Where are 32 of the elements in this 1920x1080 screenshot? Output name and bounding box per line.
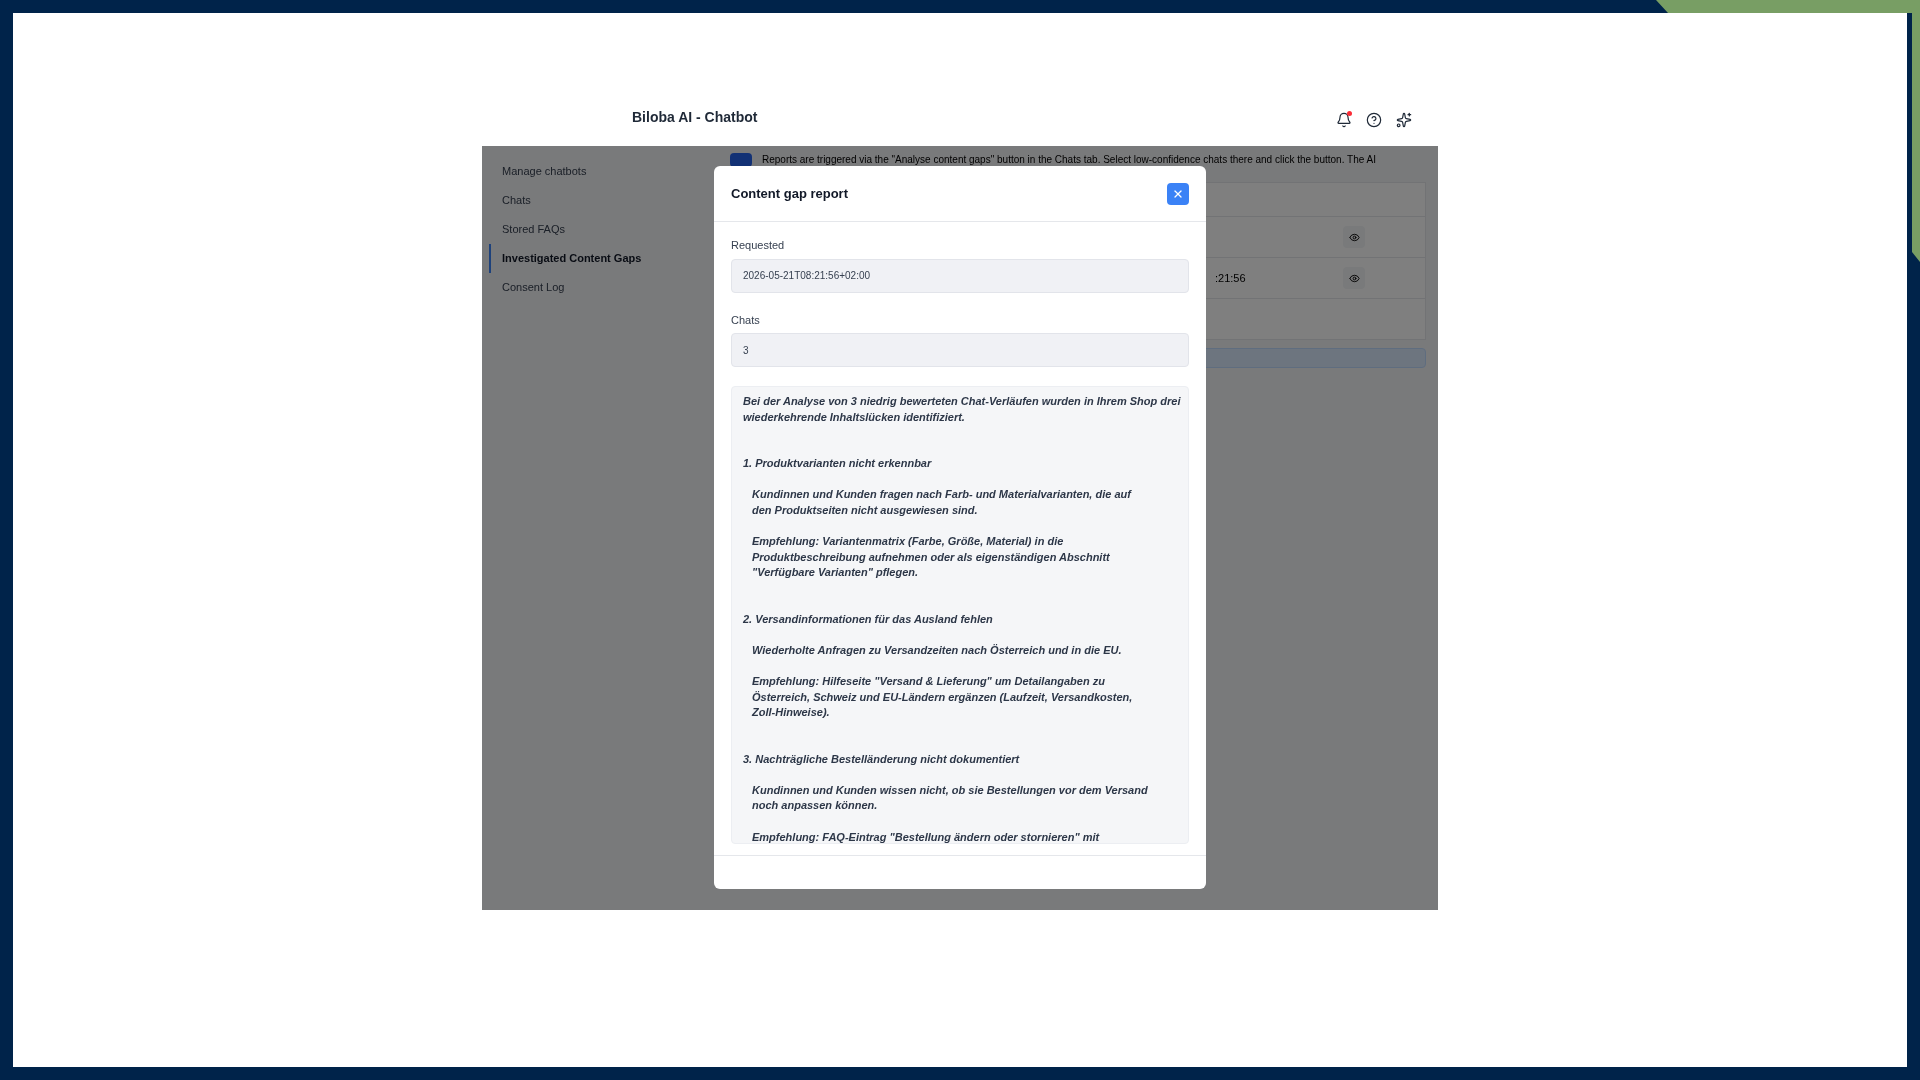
report-paragraph: Empfehlung: FAQ-Eintrag "Bestellung ändern oder stornieren" mit (751, 829, 1100, 843)
sidebar-item[interactable]: Manage chatbots (489, 157, 712, 186)
report-paragraph: Empfehlung: Hilfeseite "Versand & Lieferung" um Detailangaben zu Österreich, Schweiz und EU-Ländern ergänzen (Laufzeit, Versandkosten, Zoll-Hinweise). (750, 673, 1133, 721)
report-paragraph: Wiederholte Anfragen zu Versandzeiten nach Österreich und in die EU. (751, 642, 1122, 658)
app-title: Biloba AI - Chatbot (632, 108, 758, 127)
view-button[interactable] (1343, 226, 1365, 248)
sidebar-item[interactable]: Investigated Content Gaps (489, 244, 712, 273)
sparkles-icon[interactable] (1396, 112, 1412, 128)
field-label: Chats (731, 312, 761, 328)
view-button[interactable] (1343, 267, 1365, 289)
report-heading: 1. Produktvarianten nicht erkennbar (743, 456, 932, 472)
sidebar-item[interactable]: Consent Log (489, 273, 712, 302)
eye-icon (1348, 272, 1360, 284)
sidebar-item[interactable]: Chats (489, 186, 712, 215)
readonly-field[interactable]: 3 (731, 333, 1189, 367)
report-paragraph: Kundinnen und Kunden wissen nicht, ob sie Bestellungen vor dem Versand noch anpassen können. (751, 782, 1148, 814)
sidebar-item[interactable]: Stored FAQs (489, 215, 712, 244)
eye-icon (1348, 231, 1360, 243)
notifications-icon[interactable] (1336, 112, 1352, 128)
info-text: Reports are triggered via the "Analyse content gaps" button in the Chats tab. Select low-confidence chats there and click the button. The AI (762, 154, 1376, 166)
info-badge (730, 153, 752, 167)
report-paragraph: Empfehlung: Variantenmatrix (Farbe, Größe, Material) in die Produktbeschreibung aufnehmen oder als eigenständigen Abschnitt "Verfügbare Varianten" pflegen. (751, 533, 1110, 581)
close-button[interactable] (1167, 182, 1189, 205)
table-cell-text: :21:56 (1215, 270, 1246, 286)
readonly-field[interactable]: 2026-05-21T08:21:56+02:00 (731, 258, 1189, 293)
report-heading: 3. Nachträgliche Bestelländerung nicht dokumentiert (743, 751, 1020, 767)
dialog-title: Content gap report (731, 184, 848, 203)
report-paragraph: Kundinnen und Kunden fragen nach Farb- und Materialvarianten, die auf den Produktseiten nicht ausgewiesen sind. (751, 487, 1131, 518)
report-paragraph: Bei der Analyse von 3 niedrig bewerteten Chat-Verläufen wurden in Ihrem Shop drei wiederkehrende Inhaltslücken identifiziert. (743, 394, 1181, 425)
report-heading: 2. Versandinformationen für das Ausland fehlen (743, 611, 993, 627)
help-icon[interactable] (1366, 112, 1382, 128)
field-label: Requested (731, 238, 786, 253)
